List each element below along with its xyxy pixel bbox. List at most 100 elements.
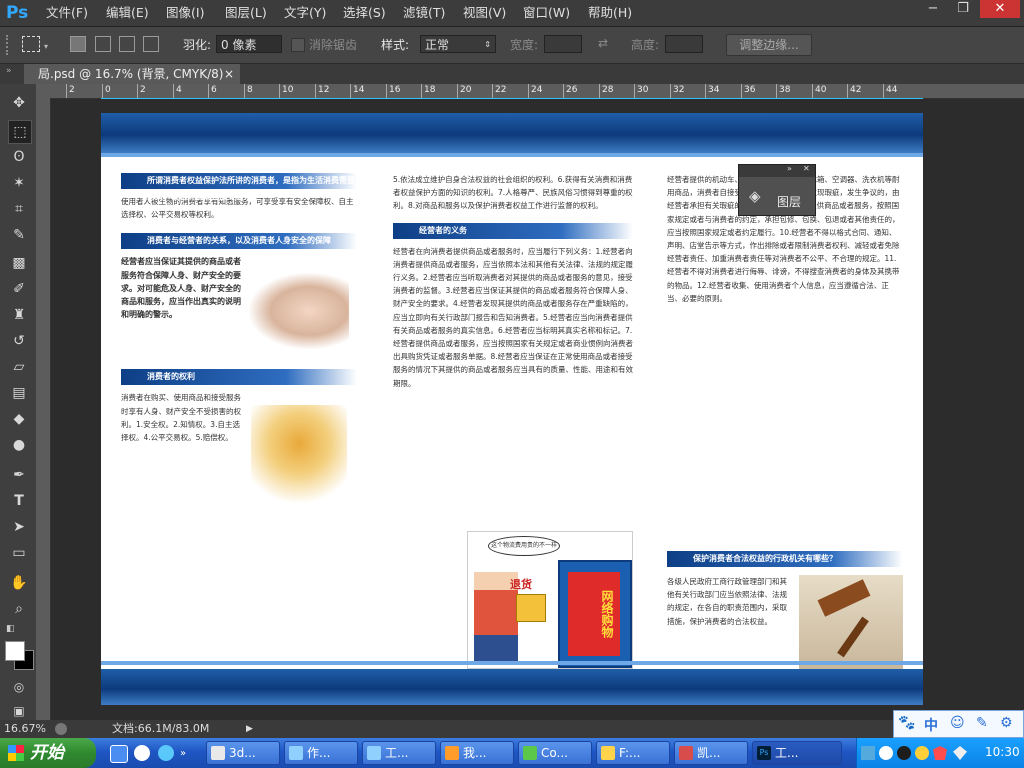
foreground-color-swatch[interactable] xyxy=(5,641,25,661)
style-select-value: 正常 xyxy=(425,38,450,52)
menu-window[interactable]: 窗口(W) xyxy=(523,0,570,26)
tool-preset-chevron-icon[interactable]: ▾ xyxy=(44,42,48,51)
gradient-tool-icon[interactable]: ▤ xyxy=(8,382,30,404)
windows-logo-icon xyxy=(8,745,24,761)
taskbar-item[interactable]: 作... xyxy=(284,741,358,765)
magic-wand-tool-icon[interactable]: ✶ xyxy=(8,172,30,194)
panel-close-icon[interactable]: ✕ xyxy=(803,164,810,173)
rect-marquee-tool-icon[interactable] xyxy=(22,36,40,52)
online-shopping-comic-image: 这个物流费用贵的不一样 退货 网络购物 xyxy=(467,531,633,669)
crop-tool-icon[interactable]: ⌗ xyxy=(8,198,30,220)
ruler-tick: 6 xyxy=(208,84,217,98)
eraser-tool-icon[interactable]: ▱ xyxy=(8,356,30,378)
quick-mask-icon[interactable]: ◎ xyxy=(8,676,30,698)
healing-brush-tool-icon[interactable]: ▩ xyxy=(8,252,30,274)
feather-input[interactable]: 0 像素 xyxy=(216,35,282,53)
tray-volume-icon[interactable] xyxy=(953,746,967,760)
hand-tool-icon[interactable]: ✋ xyxy=(8,572,30,594)
path-selection-tool-icon[interactable]: ➤ xyxy=(8,516,30,538)
panel-expand-icon[interactable]: » xyxy=(787,164,792,173)
layers-panel-collapsed[interactable]: » ✕ ◈ 图层 xyxy=(738,164,816,216)
height-input[interactable] xyxy=(665,35,703,53)
pen-tool-icon[interactable]: ✒ xyxy=(8,464,30,486)
ime-handwrite-icon[interactable]: ✎ xyxy=(976,715,988,731)
clone-stamp-tool-icon[interactable]: ♜ xyxy=(8,304,30,326)
close-tab-icon[interactable]: × xyxy=(224,64,234,84)
lasso-tool-icon[interactable]: ʘ xyxy=(8,146,30,168)
menu-file[interactable]: 文件(F) xyxy=(46,0,88,26)
gavel-handle xyxy=(837,616,869,658)
tray-qq-icon[interactable] xyxy=(897,746,911,760)
taskbar-item[interactable]: 我... xyxy=(440,741,514,765)
taskbar-item[interactable]: 凯... xyxy=(674,741,748,765)
quicklaunch-ie-icon[interactable] xyxy=(158,745,174,761)
taskbar-item[interactable]: F:... xyxy=(596,741,670,765)
menu-layer[interactable]: 图层(L) xyxy=(225,0,267,26)
ruler-tick: 0 xyxy=(102,84,111,98)
menu-help[interactable]: 帮助(H) xyxy=(588,0,632,26)
ime-emoji-icon[interactable]: ☺ xyxy=(950,715,965,731)
brush-tool-icon[interactable]: ✐ xyxy=(8,278,30,300)
tray-security-icon[interactable] xyxy=(915,746,929,760)
new-selection-icon[interactable] xyxy=(70,36,86,52)
taskbar-item[interactable]: Co... xyxy=(518,741,592,765)
quicklaunch-more-icon[interactable]: » xyxy=(180,748,186,759)
shape-tool-icon[interactable]: ▭ xyxy=(8,542,30,564)
type-tool-icon[interactable]: T xyxy=(8,490,30,512)
add-selection-icon[interactable] xyxy=(95,36,111,52)
eyedropper-tool-icon[interactable]: ✎ xyxy=(8,224,30,246)
menu-view[interactable]: 视图(V) xyxy=(463,0,506,26)
return-label: 退货 xyxy=(510,578,532,591)
folder-icon xyxy=(211,746,225,760)
clock[interactable]: 10:30 xyxy=(985,745,1020,759)
menu-image[interactable]: 图像(I) xyxy=(166,0,204,26)
swap-dimensions-icon[interactable]: ⇄ xyxy=(598,36,608,50)
ruler-tick: 14 xyxy=(350,84,364,98)
restore-button[interactable]: ❐ xyxy=(948,0,978,18)
document-tab[interactable]: 局.psd @ 16.7% (背景, CMYK/8) × xyxy=(24,64,240,84)
width-input[interactable] xyxy=(544,35,582,53)
style-select[interactable]: 正常 ⇕ xyxy=(420,35,496,53)
ime-logo-icon[interactable]: 🐾 xyxy=(898,715,915,731)
show-desktop-icon[interactable] xyxy=(110,745,128,763)
menu-type[interactable]: 文字(Y) xyxy=(284,0,326,26)
ruler-tick: 8 xyxy=(244,84,253,98)
layers-icon[interactable]: ◈ xyxy=(749,187,761,205)
history-brush-tool-icon[interactable]: ↺ xyxy=(8,330,30,352)
select-arrows-icon: ⇕ xyxy=(484,40,491,49)
menu-select[interactable]: 选择(S) xyxy=(343,0,386,26)
zoom-level[interactable]: 16.67% xyxy=(4,720,46,738)
collapse-panels-icon[interactable]: » xyxy=(6,66,12,76)
tray-network-icon[interactable] xyxy=(861,746,875,760)
dodge-tool-icon[interactable]: ● xyxy=(8,434,30,456)
default-colors-icon[interactable]: ◧ xyxy=(6,624,15,634)
blur-tool-icon[interactable]: ◆ xyxy=(8,408,30,430)
menu-edit[interactable]: 编辑(E) xyxy=(106,0,149,26)
height-label: 高度: xyxy=(631,38,660,52)
tray-shield-icon[interactable] xyxy=(933,746,947,760)
tray-app-icon[interactable] xyxy=(879,746,893,760)
minimize-button[interactable]: − xyxy=(918,0,948,18)
body-text: 各级人民政府工商行政管理部门和其他有关行政部门应当依照法律、法规的规定，在各自的… xyxy=(667,577,787,626)
menu-filter[interactable]: 滤镜(T) xyxy=(403,0,445,26)
marquee-tool-icon[interactable]: ⬚ xyxy=(8,120,32,144)
close-button[interactable]: ✕ xyxy=(980,0,1020,18)
taskbar-item[interactable]: 工... xyxy=(362,741,436,765)
screen-mode-icon[interactable]: ▣ xyxy=(8,700,30,722)
move-tool-icon[interactable]: ✥ xyxy=(8,92,30,114)
status-menu-arrow-icon[interactable]: ▶ xyxy=(246,720,253,738)
taskbar-item-label: 我... xyxy=(463,746,487,760)
zoom-tool-icon[interactable]: ⌕ xyxy=(8,598,30,620)
subtract-selection-icon[interactable] xyxy=(119,36,135,52)
ime-mode-toggle[interactable]: 中 xyxy=(924,715,938,735)
antialias-checkbox[interactable] xyxy=(291,38,305,52)
start-button[interactable]: 开始 xyxy=(0,738,96,768)
quicklaunch-browser-icon[interactable] xyxy=(134,745,150,761)
ruler-tick: 38 xyxy=(776,84,790,98)
refine-edge-button[interactable]: 调整边缘... xyxy=(726,34,812,56)
intersect-selection-icon[interactable] xyxy=(143,36,159,52)
taskbar-item-active[interactable]: Ps 工... xyxy=(752,741,842,765)
share-icon[interactable] xyxy=(55,723,67,735)
taskbar-item[interactable]: 3d... xyxy=(206,741,280,765)
ime-settings-icon[interactable]: ⚙ xyxy=(1000,715,1013,731)
